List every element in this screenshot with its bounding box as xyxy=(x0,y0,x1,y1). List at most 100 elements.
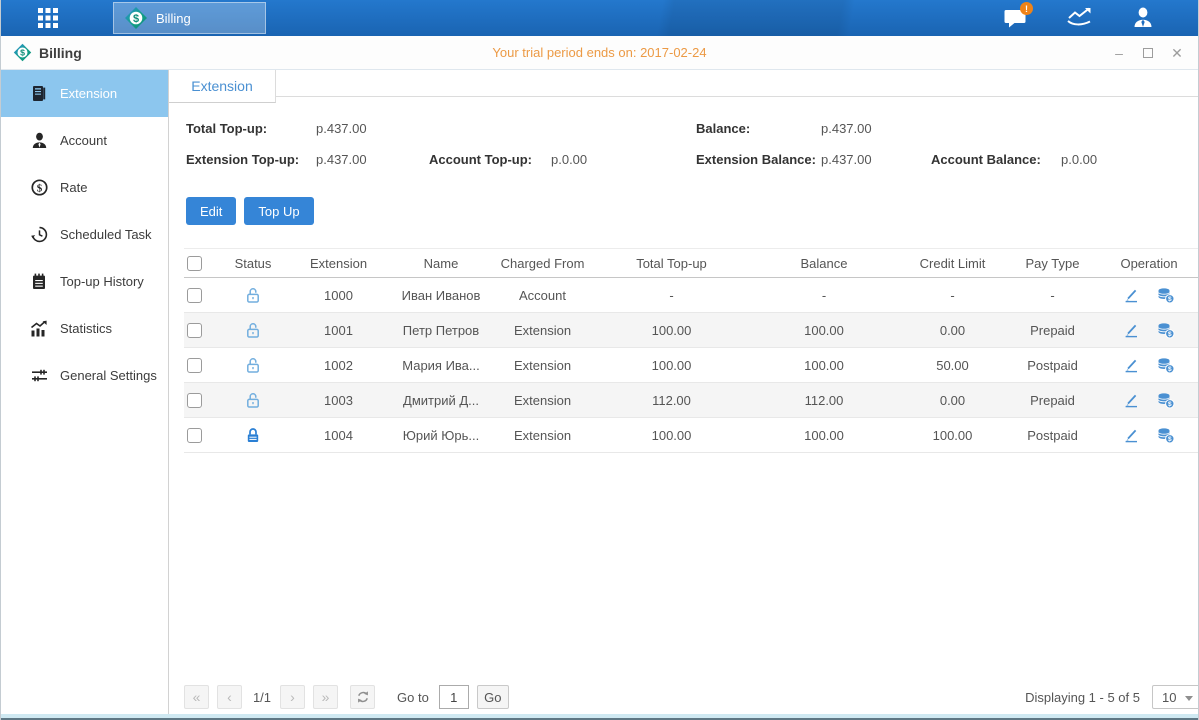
row-checkbox[interactable] xyxy=(187,393,202,408)
sidebar-item-scheduled-task[interactable]: Scheduled Task xyxy=(1,211,168,258)
balance-label: Balance: xyxy=(696,121,821,136)
go-button[interactable]: Go xyxy=(477,685,509,709)
column-header-status: Status xyxy=(220,256,286,271)
cell-extension: 1003 xyxy=(286,393,391,408)
account-balance-label: Account Balance: xyxy=(931,152,1061,167)
edit-pencil-icon[interactable] xyxy=(1123,287,1140,304)
topup-coins-icon[interactable]: $ xyxy=(1156,322,1175,339)
account-topup-value: p.0.00 xyxy=(551,152,696,167)
cell-total-topup: 100.00 xyxy=(594,428,749,443)
cell-charged-from: Extension xyxy=(491,358,594,373)
cell-credit-limit: 0.00 xyxy=(899,323,1006,338)
sidebar-item-label: Extension xyxy=(60,86,117,101)
row-checkbox-cell xyxy=(184,393,220,408)
row-checkbox[interactable] xyxy=(187,428,202,443)
total-topup-label: Total Top-up: xyxy=(186,121,316,136)
status-unlocked-icon[interactable] xyxy=(220,287,286,304)
pagination-bar: « ‹ 1/1 › » Go to Go Displaying xyxy=(184,684,1199,710)
top-up-button[interactable]: Top Up xyxy=(244,197,313,225)
apps-grid-icon[interactable] xyxy=(31,4,65,32)
topup-coins-icon[interactable]: $ xyxy=(1156,287,1175,304)
cell-charged-from: Extension xyxy=(491,323,594,338)
row-checkbox-cell xyxy=(184,428,220,443)
column-header-extension: Extension xyxy=(286,256,391,271)
tab-bar: Extension xyxy=(169,70,1199,97)
svg-text:$: $ xyxy=(20,48,25,58)
close-icon[interactable]: ✕ xyxy=(1170,46,1184,60)
status-unlocked-icon[interactable] xyxy=(220,392,286,409)
sidebar-item-account[interactable]: Account xyxy=(1,117,168,164)
sidebar-item-topup-history[interactable]: Top-up History xyxy=(1,258,168,305)
sidebar-item-rate[interactable]: $ Rate xyxy=(1,164,168,211)
sidebar-item-label: Statistics xyxy=(60,321,112,336)
maximize-icon[interactable] xyxy=(1143,48,1153,58)
chevron-down-icon xyxy=(1185,696,1193,701)
topbar-tab-label: Billing xyxy=(156,11,191,26)
sidebar-item-general-settings[interactable]: General Settings xyxy=(1,352,168,399)
select-all-checkbox[interactable] xyxy=(187,256,202,271)
next-page-button[interactable]: › xyxy=(280,685,305,709)
table-row: 1003Дмитрий Д...Extension112.00112.000.0… xyxy=(184,383,1199,418)
billing-app-window: $ Billing ! xyxy=(0,0,1199,720)
sidebar-item-label: Top-up History xyxy=(60,274,144,289)
status-unlocked-icon[interactable] xyxy=(220,322,286,339)
column-header-balance: Balance xyxy=(749,256,899,271)
refresh-icon[interactable] xyxy=(350,685,375,709)
prev-page-button[interactable]: ‹ xyxy=(217,685,242,709)
statistics-chart-icon[interactable] xyxy=(1066,5,1092,31)
table-row: 1000Иван ИвановAccount----$ xyxy=(184,278,1199,313)
status-locked-icon[interactable] xyxy=(220,427,286,444)
extension-balance-label: Extension Balance: xyxy=(696,152,821,167)
account-topup-label: Account Top-up: xyxy=(429,152,551,167)
topup-coins-icon[interactable]: $ xyxy=(1156,357,1175,374)
edit-pencil-icon[interactable] xyxy=(1123,427,1140,444)
edit-pencil-icon[interactable] xyxy=(1123,322,1140,339)
page-title: Billing xyxy=(39,45,82,61)
topup-coins-icon[interactable]: $ xyxy=(1156,392,1175,409)
trial-notice: Your trial period ends on: 2017-02-24 xyxy=(1,45,1198,60)
sidebar-item-label: Rate xyxy=(60,180,87,195)
column-header-operation: Operation xyxy=(1099,256,1199,271)
first-page-button[interactable]: « xyxy=(184,685,209,709)
edit-button[interactable]: Edit xyxy=(186,197,236,225)
user-icon[interactable] xyxy=(1130,5,1156,31)
row-checkbox-cell xyxy=(184,323,220,338)
goto-page-input[interactable] xyxy=(439,685,469,709)
last-page-button[interactable]: » xyxy=(313,685,338,709)
sidebar-item-extension[interactable]: Extension xyxy=(1,70,168,117)
status-unlocked-icon[interactable] xyxy=(220,357,286,374)
cell-pay-type: Postpaid xyxy=(1006,358,1099,373)
billing-diamond-icon: $ xyxy=(124,6,148,30)
row-checkbox[interactable] xyxy=(187,323,202,338)
general-settings-sliders-icon xyxy=(30,367,48,384)
billing-diamond-icon: $ xyxy=(13,43,32,62)
sidebar: Extension Account $ xyxy=(1,70,169,714)
cell-operation: $ xyxy=(1099,287,1199,304)
table-body: 1000Иван ИвановAccount----$1001Петр Петр… xyxy=(184,278,1199,453)
minimize-icon[interactable]: – xyxy=(1112,46,1126,60)
row-checkbox[interactable] xyxy=(187,288,202,303)
sidebar-item-label: Scheduled Task xyxy=(60,227,152,242)
page-size-value: 10 xyxy=(1162,690,1176,705)
topbar-billing-tab[interactable]: $ Billing xyxy=(113,2,266,34)
sidebar-item-statistics[interactable]: Statistics xyxy=(1,305,168,352)
column-header-name: Name xyxy=(391,256,491,271)
cell-extension: 1000 xyxy=(286,288,391,303)
tab-extension[interactable]: Extension xyxy=(169,70,276,103)
extension-topup-label: Extension Top-up: xyxy=(186,152,316,167)
edit-pencil-icon[interactable] xyxy=(1123,392,1140,409)
cell-operation: $ xyxy=(1099,427,1199,444)
cell-balance: 100.00 xyxy=(749,358,899,373)
column-header-charged-from: Charged From xyxy=(491,256,594,271)
balance-value: p.437.00 xyxy=(821,121,931,136)
column-header-credit-limit: Credit Limit xyxy=(899,256,1006,271)
column-header-total-topup: Total Top-up xyxy=(594,256,749,271)
messages-icon[interactable]: ! xyxy=(1002,5,1028,31)
cell-balance: - xyxy=(749,288,899,303)
row-checkbox[interactable] xyxy=(187,358,202,373)
svg-text:$: $ xyxy=(133,13,139,25)
account-balance-value: p.0.00 xyxy=(1061,152,1181,167)
topup-coins-icon[interactable]: $ xyxy=(1156,427,1175,444)
edit-pencil-icon[interactable] xyxy=(1123,357,1140,374)
page-size-select[interactable]: 10 xyxy=(1152,685,1199,709)
